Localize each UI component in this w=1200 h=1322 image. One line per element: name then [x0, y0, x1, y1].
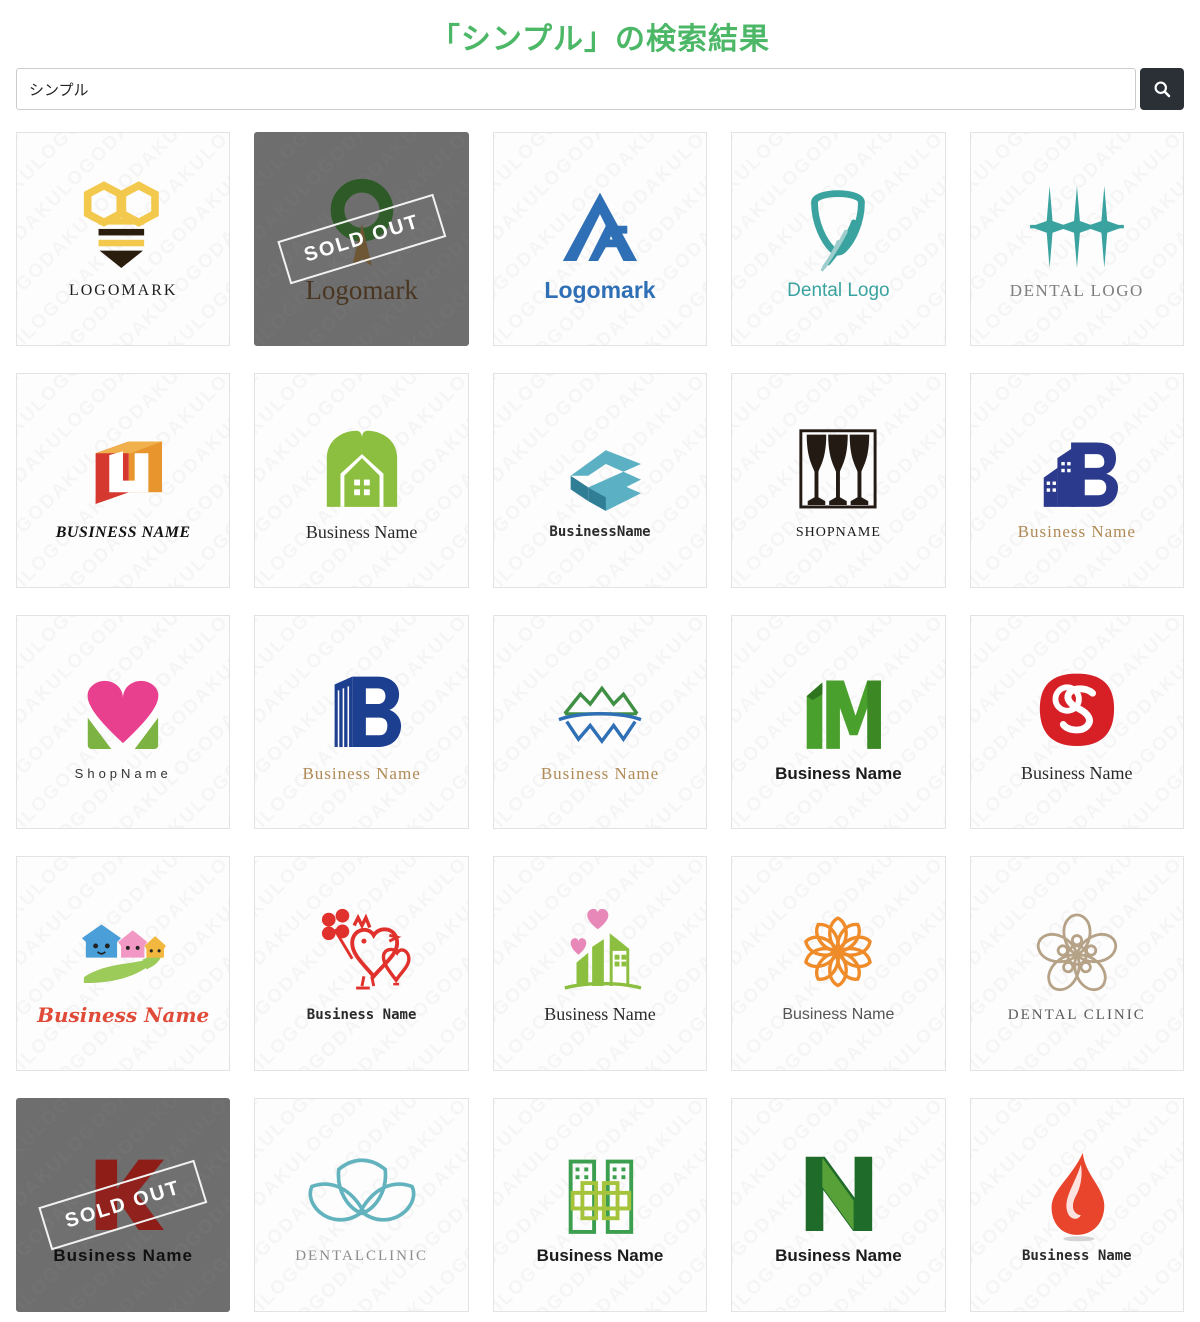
logo-card[interactable]: ILOGODAKULOGODAKULOILOGODAKULOGODAKULOIL…	[969, 856, 1184, 1071]
logo-caption: BUSINESS NAME	[55, 523, 191, 541]
logo-card[interactable]: ILOGODAKULOGODAKULOILOGODAKULOGODAKULOIL…	[492, 614, 708, 830]
logo-caption: DENTAL CLINIC	[1007, 1007, 1146, 1023]
logo-caption: Business Name	[775, 1246, 902, 1266]
logo-artwork	[1009, 903, 1145, 1001]
logo-card[interactable]: ILOGODAKULOGODAKULOILOGODAKULOGODAKULOIL…	[731, 1097, 946, 1313]
logo-artwork	[55, 901, 191, 999]
logo-artwork	[770, 421, 906, 519]
logo-caption: Business Name	[775, 763, 902, 783]
logo-card[interactable]: ILOGODAKULOGODAKULOILOGODAKULOGODAKULOIL…	[731, 373, 946, 588]
logo-caption: Business Name	[540, 763, 660, 783]
logo-caption: ShopName	[74, 765, 172, 781]
logo-card[interactable]: ILOGODAKULOGODAKULOILOGODAKULOGODAKULOIL…	[16, 373, 231, 588]
logo-caption: Business Name	[1017, 522, 1136, 542]
logo-caption: Dental Logo	[787, 279, 890, 301]
search-input[interactable]	[16, 68, 1136, 110]
logo-card[interactable]: ILOGODAKULOGODAKULOILOGODAKULOGODAKULOIL…	[254, 614, 469, 830]
logo-artwork	[770, 177, 906, 275]
logo-caption: Business Name	[53, 1246, 193, 1266]
logo-caption: Business Name	[1021, 762, 1133, 783]
page-title: 「シンプル」の検索結果	[429, 22, 771, 57]
logo-artwork	[55, 179, 191, 277]
logo-card[interactable]: ILOGODAKULOGODAKULOILOGODAKULOGODAKULOIL…	[731, 614, 946, 830]
logo-card[interactable]: ILOGODAKULOGODAKULOILOGODAKULOGODAKULOIL…	[492, 856, 708, 1071]
logo-caption: Business Name	[37, 1003, 210, 1028]
logo-card[interactable]: ILOGODAKULOGODAKULOILOGODAKULOGODAKULOIL…	[254, 373, 469, 588]
logo-card[interactable]: ILOGODAKULOGODAKULOILOGODAKULOGODAKULOIL…	[16, 614, 231, 830]
logo-card[interactable]: ILOGODAKULOGODAKULOILOGODAKULOGODAKULOIL…	[969, 373, 1184, 588]
logo-caption: DENTAL LOGO	[1009, 280, 1144, 300]
logo-card[interactable]: ILOGODAKULOGODAKULOILOGODAKULOGODAKULOIL…	[16, 856, 231, 1071]
logo-caption: Business Name	[305, 521, 418, 542]
logo-card[interactable]: ILOGODAKULOGODAKULOILOGODAKULOGODAKULOIL…	[492, 132, 708, 347]
logo-artwork	[532, 1144, 668, 1242]
logo-caption: Logomark	[544, 277, 656, 304]
logo-artwork	[770, 903, 906, 1001]
logo-artwork	[294, 419, 430, 517]
search-bar	[0, 68, 1200, 110]
logo-caption: LOGOMARK	[68, 282, 178, 300]
logo-card[interactable]: ILOGODAKULOGODAKULOILOGODAKULOGODAKULOIL…	[492, 373, 708, 588]
logo-card[interactable]: ILOGODAKULOGODAKULOILOGODAKULOGODAKULOIL…	[254, 856, 469, 1071]
logo-artwork	[1009, 1145, 1145, 1243]
logo-artwork	[770, 661, 906, 759]
logo-caption: Business Name	[306, 1006, 417, 1023]
logo-caption: BusinessName	[549, 523, 651, 540]
logo-artwork	[770, 1144, 906, 1242]
logo-card[interactable]: ILOGODAKULOGODAKULOILOGODAKULOGODAKULOIL…	[492, 1097, 708, 1313]
logo-artwork	[532, 661, 668, 759]
logo-caption: Business Name	[782, 1006, 895, 1024]
logo-caption: Logomark	[305, 275, 418, 306]
logo-card[interactable]: ILOGODAKULOGODAKULOILOGODAKULOGODAKULOIL…	[731, 132, 946, 347]
search-icon	[1154, 81, 1171, 98]
logo-card[interactable]: ILOGODAKULOGODAKULOILOGODAKULOGODAKULOIL…	[16, 1097, 231, 1313]
logo-card[interactable]: ILOGODAKULOGODAKULOILOGODAKULOGODAKULOIL…	[16, 132, 231, 347]
logo-card[interactable]: ILOGODAKULOGODAKULOILOGODAKULOGODAKULOIL…	[969, 132, 1184, 347]
logo-card[interactable]: ILOGODAKULOGODAKULOILOGODAKULOGODAKULOIL…	[969, 614, 1184, 830]
logo-artwork	[1009, 660, 1145, 758]
logo-artwork	[532, 421, 668, 519]
logo-artwork	[294, 904, 430, 1002]
logo-caption: SHOPNAME	[795, 524, 881, 540]
logo-caption: Business Name	[544, 1004, 656, 1025]
logo-caption: Business Name	[1022, 1247, 1132, 1264]
logo-caption: Business Name	[536, 1246, 664, 1266]
logo-artwork	[294, 1145, 430, 1243]
logo-card[interactable]: ILOGODAKULOGODAKULOILOGODAKULOGODAKULOIL…	[969, 1097, 1184, 1313]
logo-artwork	[55, 663, 191, 761]
logo-caption: DENTALCLINIC	[295, 1248, 428, 1265]
logo-card[interactable]: ILOGODAKULOGODAKULOILOGODAKULOGODAKULOIL…	[254, 1097, 469, 1313]
logo-artwork	[1009, 419, 1145, 517]
logo-artwork	[1009, 178, 1145, 276]
logo-grid: ILOGODAKULOGODAKULO ILOGODAKULOGODAKULO IL…	[0, 132, 1200, 1322]
search-button[interactable]	[1140, 68, 1184, 110]
logo-card[interactable]: ILOGODAKULOGODAKULOILOGODAKULOGODAKULOIL…	[731, 856, 946, 1071]
logo-artwork	[532, 902, 668, 1000]
logo-artwork	[55, 420, 191, 518]
logo-artwork	[532, 175, 668, 273]
logo-caption: Business Name	[302, 763, 421, 783]
logo-artwork	[294, 661, 430, 759]
logo-card[interactable]: ILOGODAKULOGODAKULOILOGODAKULOGODAKULOIL…	[254, 132, 469, 347]
